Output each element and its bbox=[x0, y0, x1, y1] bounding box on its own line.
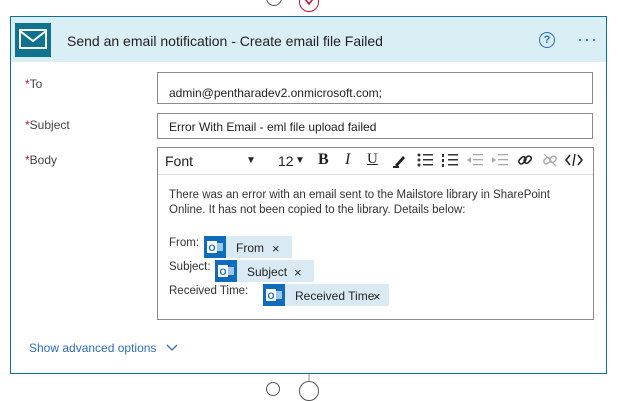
show-advanced-options-link[interactable]: Show advanced options bbox=[29, 341, 178, 355]
body-text: There was an error with an email sent to… bbox=[169, 189, 550, 216]
action-header[interactable]: Send an email notification - Create emai… bbox=[11, 17, 606, 62]
connector-circle-icon bbox=[266, 382, 280, 396]
from-row-label: From: bbox=[169, 237, 200, 249]
font-size-dropdown-icon[interactable]: ▼ bbox=[295, 155, 305, 166]
bold-button[interactable]: B bbox=[318, 151, 329, 169]
chevron-down-icon bbox=[166, 344, 178, 351]
dynamic-token-subject[interactable]: O Subject × bbox=[215, 260, 314, 282]
outlook-icon: O bbox=[263, 284, 285, 306]
received-time-row-label: Received Time: bbox=[169, 285, 249, 297]
outlook-icon: O bbox=[204, 236, 226, 258]
body-label-text: Body bbox=[29, 153, 58, 167]
to-label: *To bbox=[25, 77, 42, 91]
body-editor[interactable]: Font ▼ 12 ▼ B I U There was an error wit… bbox=[157, 147, 594, 320]
to-label-text: To bbox=[29, 77, 43, 91]
dynamic-token-from[interactable]: O From × bbox=[204, 236, 292, 258]
decrease-indent-icon[interactable] bbox=[466, 152, 484, 171]
token-label: From bbox=[236, 241, 264, 255]
subject-label-text: Subject bbox=[29, 118, 70, 132]
svg-text:O: O bbox=[267, 291, 274, 301]
action-title: Send an email notification - Create emai… bbox=[67, 33, 383, 49]
subject-label: *Subject bbox=[25, 118, 70, 132]
unlink-icon[interactable] bbox=[541, 152, 559, 171]
to-field[interactable]: admin@pentharadev2.onmicrosoft.com; bbox=[157, 72, 593, 104]
remove-token-icon[interactable]: × bbox=[373, 289, 381, 304]
italic-button[interactable]: I bbox=[345, 151, 350, 169]
mail-icon bbox=[15, 23, 51, 57]
font-size-select[interactable]: 12 bbox=[278, 153, 294, 169]
remove-token-icon[interactable]: × bbox=[294, 265, 302, 280]
bulleted-list-icon[interactable] bbox=[416, 152, 434, 171]
email-action-card: Send an email notification - Create emai… bbox=[10, 16, 607, 374]
underline-button[interactable]: U bbox=[367, 151, 378, 168]
token-label: Received Time bbox=[295, 289, 375, 303]
font-select[interactable]: Font bbox=[165, 153, 193, 169]
show-advanced-options-label: Show advanced options bbox=[29, 341, 157, 355]
add-step-icon[interactable] bbox=[299, 381, 319, 401]
help-icon[interactable]: ? bbox=[539, 32, 555, 48]
subject-field[interactable]: Error With Email - eml file upload faile… bbox=[157, 113, 593, 139]
outlook-icon: O bbox=[215, 260, 237, 282]
highlight-icon[interactable] bbox=[391, 152, 409, 171]
editor-toolbar: Font ▼ 12 ▼ B I U bbox=[158, 148, 593, 175]
connector-circle-icon bbox=[266, 0, 282, 6]
token-label: Subject bbox=[247, 265, 288, 279]
code-view-icon[interactable] bbox=[564, 152, 584, 171]
subject-row-label: Subject: bbox=[169, 261, 211, 273]
body-label: *Body bbox=[25, 153, 57, 167]
link-icon[interactable] bbox=[516, 152, 534, 171]
svg-text:O: O bbox=[208, 243, 215, 253]
to-value: admin@pentharadev2.onmicrosoft.com; bbox=[169, 86, 382, 100]
subject-value: Error With Email - eml file upload faile… bbox=[169, 120, 377, 134]
increase-indent-icon[interactable] bbox=[491, 152, 509, 171]
more-options-icon[interactable]: ··· bbox=[577, 29, 598, 50]
svg-text:O: O bbox=[219, 267, 226, 277]
remove-token-icon[interactable]: × bbox=[272, 241, 280, 256]
connector-arrow-icon[interactable] bbox=[299, 0, 319, 12]
font-dropdown-icon[interactable]: ▼ bbox=[246, 155, 256, 166]
dynamic-token-received-time[interactable]: O Received Time × bbox=[263, 284, 389, 306]
numbered-list-icon[interactable] bbox=[441, 152, 459, 171]
